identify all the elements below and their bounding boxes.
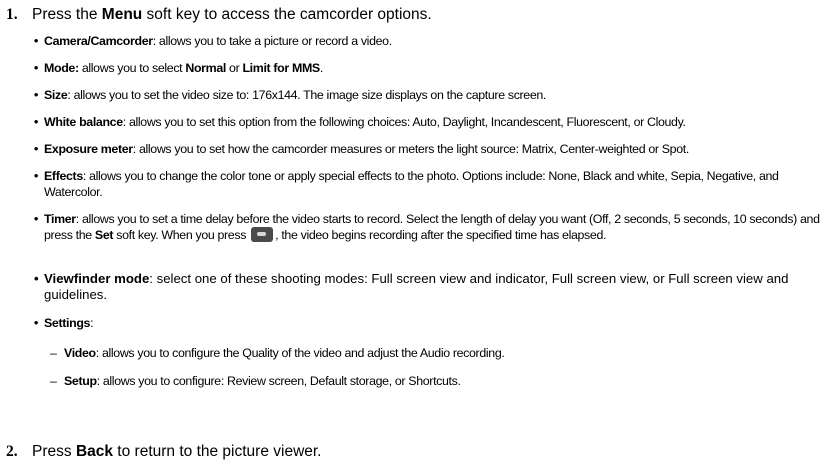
back-key-label: Back	[75, 443, 113, 460]
mode-normal: Normal	[185, 61, 226, 75]
bullet-dot: •	[34, 34, 38, 48]
bullet-term: Size	[44, 88, 68, 102]
bullet-term: Camera/Camcorder	[44, 34, 153, 48]
bullet-description: : allows you to change the color tone or…	[44, 169, 779, 199]
sub-description: : allows you to configure the Quality of…	[95, 346, 505, 360]
bullet-description-mid: soft key. When you press	[113, 228, 250, 242]
step-text: Press	[32, 443, 76, 460]
step-1: 1. Press the Menu soft key to access the …	[6, 6, 432, 24]
bullet-term: Effects	[44, 169, 83, 183]
bullet-description: :	[90, 316, 94, 330]
bullet-dot: •	[34, 61, 38, 75]
mode-limit-for-mms: Limit for MMS	[242, 61, 320, 75]
bullet-description: : allows you to take a picture or record…	[152, 34, 392, 48]
bullet-description: : allows you to set this option from the…	[122, 115, 686, 129]
bullet-white-balance: • White balance: allows you to set this …	[34, 114, 829, 130]
step-text-end: soft key to access the camcorder options…	[142, 6, 432, 23]
bullet-term: Settings	[44, 316, 91, 330]
bullet-dot: •	[34, 88, 38, 102]
bullet-size: • Size: allows you to set the video size…	[34, 87, 829, 103]
sub-description: : allows you to configure: Review screen…	[96, 374, 461, 388]
bullet-timer: • Timer: allows you to set a time delay …	[34, 211, 829, 243]
bullet-settings: • Settings:	[34, 315, 829, 331]
bullet-period: .	[319, 61, 323, 75]
bullet-dot: •	[34, 115, 38, 129]
step-number: 2.	[6, 443, 18, 460]
bullet-mode: • Mode: allows you to select Normal or L…	[34, 60, 829, 76]
sub-term: Video	[64, 346, 96, 360]
bullet-term: Timer	[44, 212, 76, 226]
bullet-term: Exposure meter	[44, 142, 133, 156]
bullet-dot: •	[34, 142, 38, 156]
bullet-description-end: , the video begins recording after the s…	[275, 228, 607, 242]
bullet-term: Mode:	[44, 61, 79, 75]
ok-key-icon	[251, 227, 274, 242]
bullet-description: : allows you to set the video size to: 1…	[67, 88, 547, 102]
sub-dash: –	[50, 346, 57, 360]
bullet-effects: • Effects: allows you to change the colo…	[34, 168, 829, 200]
step-text-end: to return to the picture viewer.	[113, 443, 322, 460]
bullet-description: allows you to select	[78, 61, 186, 75]
bullet-dot: •	[34, 212, 38, 226]
sub-item-setup: – Setup: allows you to configure: Review …	[50, 373, 461, 389]
bullet-camera-camcorder: • Camera/Camcorder: allows you to take a…	[34, 33, 829, 49]
bullet-term: White balance	[44, 115, 123, 129]
bullet-viewfinder-mode: • Viewfinder mode: select one of these s…	[34, 271, 829, 303]
step-number: 1.	[6, 6, 18, 23]
menu-key-label: Menu	[101, 6, 143, 23]
sub-dash: –	[50, 374, 57, 388]
bullet-description: : allows you to set how the camcorder me…	[132, 142, 690, 156]
step-text: Press the	[32, 6, 102, 23]
bullet-description-or: or	[225, 61, 243, 75]
bullet-dot: •	[34, 316, 38, 330]
bullet-dot: •	[34, 271, 39, 286]
set-key-label: Set	[94, 228, 114, 242]
bullet-dot: •	[34, 169, 38, 183]
bullet-term: Viewfinder mode	[44, 271, 150, 286]
manual-page: 1. Press the Menu soft key to access the …	[0, 0, 833, 467]
sub-item-video: – Video: allows you to configure the Qual…	[50, 345, 505, 361]
step-2: 2. Press Back to return to the picture vi…	[6, 443, 322, 461]
bullet-description: : select one of these shooting modes: Fu…	[44, 271, 789, 302]
sub-term: Setup	[64, 374, 97, 388]
bullet-exposure-meter: • Exposure meter: allows you to set how …	[34, 141, 829, 157]
